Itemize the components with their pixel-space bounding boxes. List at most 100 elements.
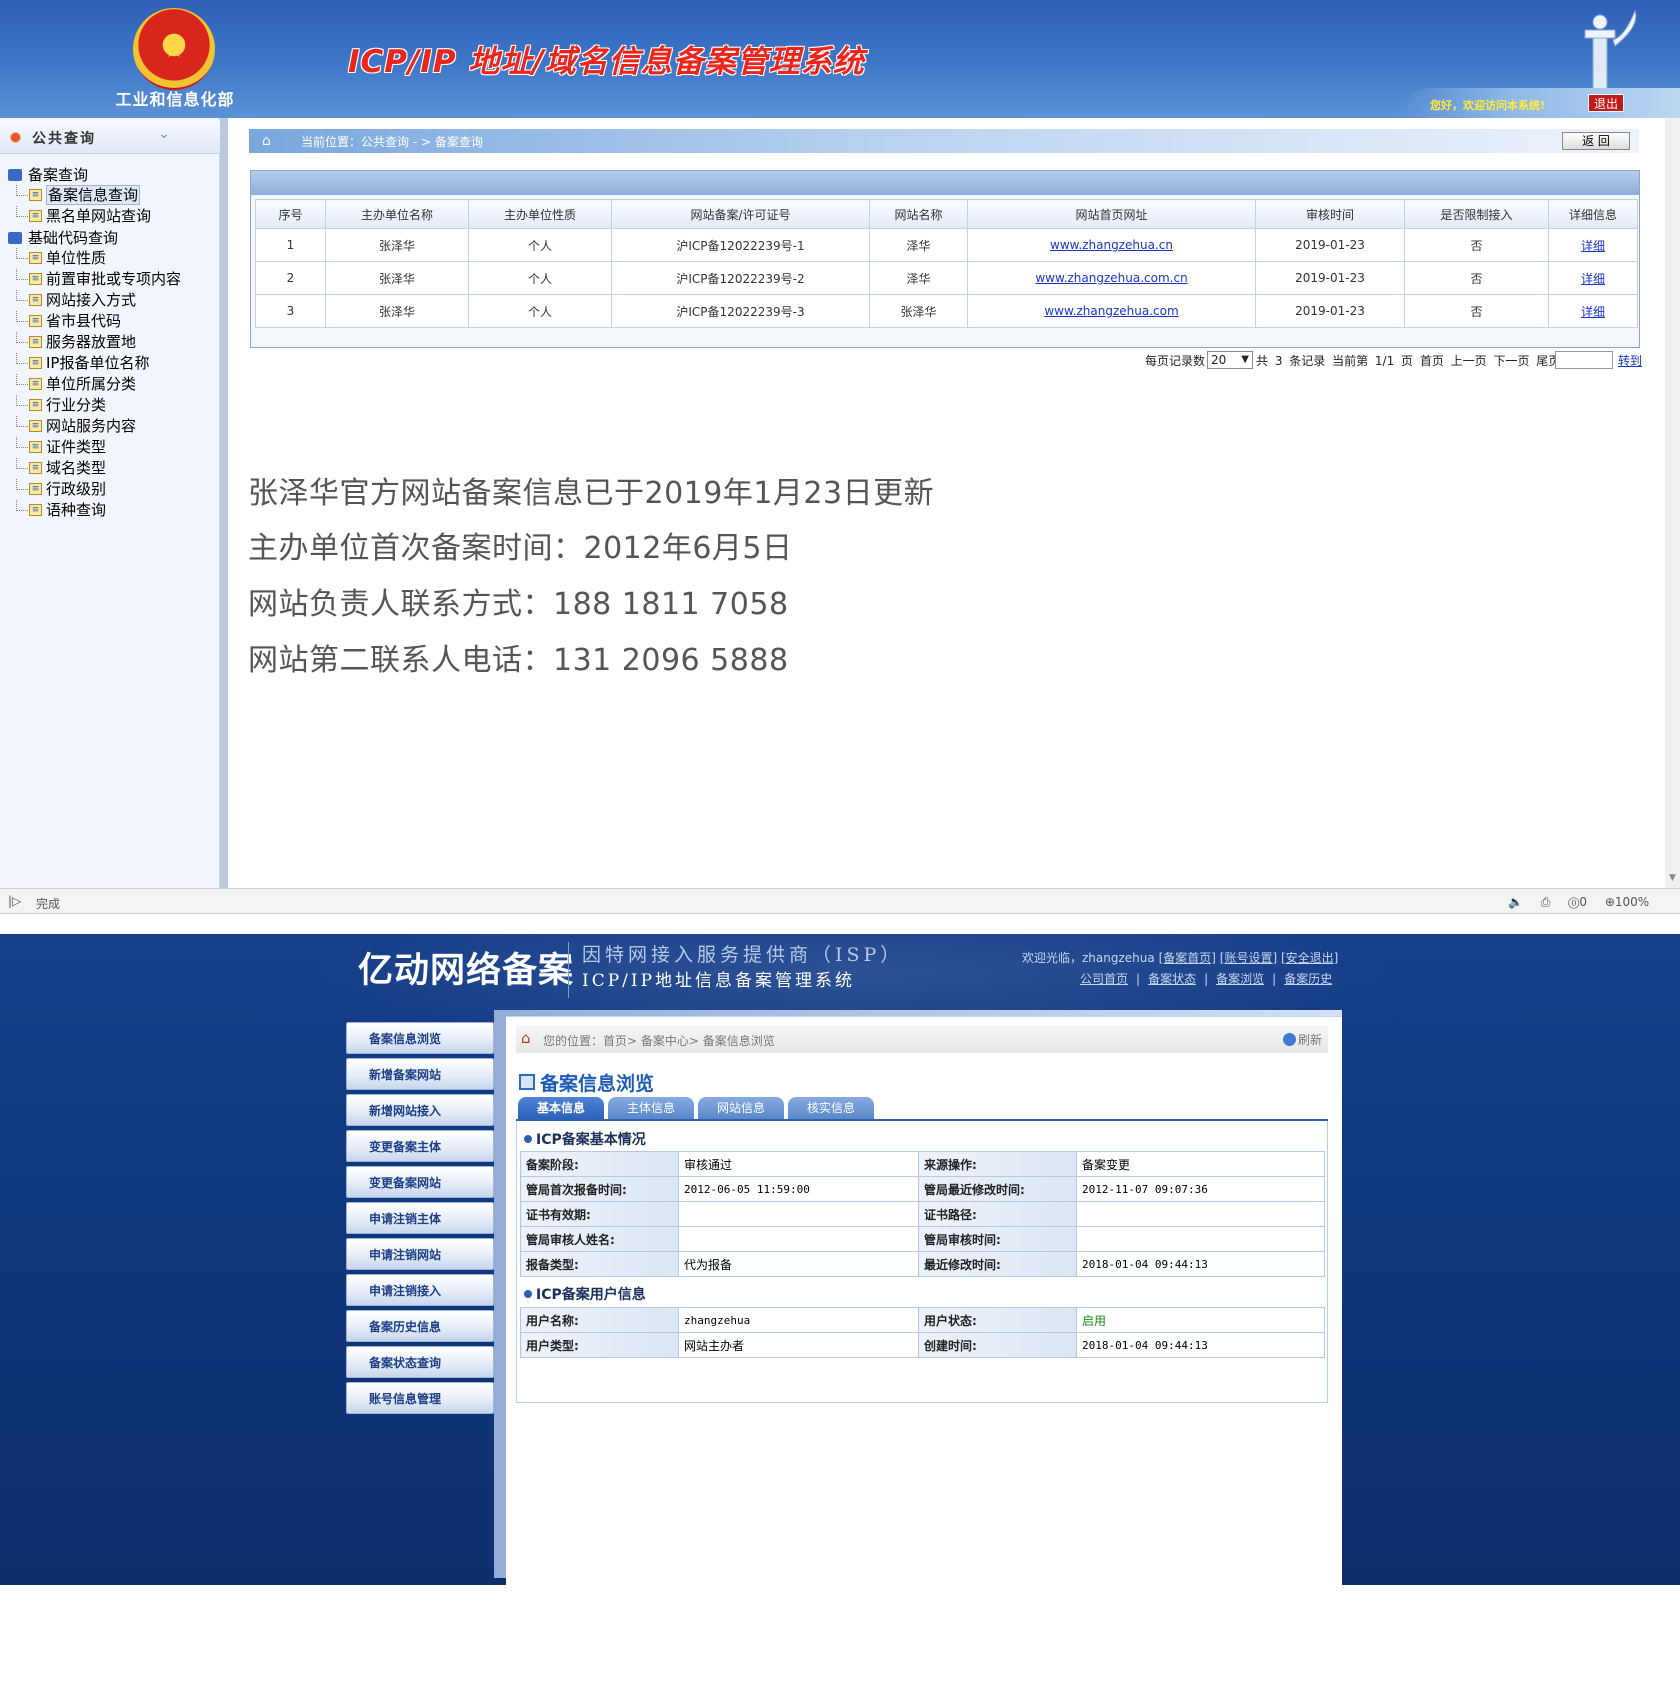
tree-item-filing-info-query[interactable]: ≡ 备案信息查询 <box>16 185 141 206</box>
tree-group-filing-query[interactable]: 备案查询 <box>8 164 88 185</box>
top-screenshot: ★ 工业和信息化部 ICP/IP 地址/域名信息备案管理系统 您好，欢迎访问本系… <box>0 0 1680 914</box>
refresh-label: 刷新 <box>1298 1033 1323 1047</box>
cell: 张泽华 <box>869 294 968 328</box>
tree-item-label: IP报备单位名称 <box>46 354 150 372</box>
filing-status-link[interactable]: 备案状态 <box>1148 972 1196 986</box>
vertical-scrollbar[interactable] <box>1665 118 1680 888</box>
tree-item-blacklist-query[interactable]: ≡ 黑名单网站查询 <box>16 206 151 227</box>
cell: 沪ICP备12022239号-2 <box>611 261 870 295</box>
tree-item-language[interactable]: ≡ 语种查询 <box>16 500 106 521</box>
home-icon[interactable]: ⌂ <box>262 133 280 149</box>
page-jump-button[interactable]: 转到 <box>1618 352 1642 369</box>
sidebar-item-history[interactable]: 备案历史信息 <box>346 1310 494 1342</box>
cell-url: www.zhangzehua.com.cn <box>967 261 1256 295</box>
account-settings-link[interactable]: [账号设置] <box>1220 951 1277 965</box>
col-header[interactable]: 主办单位名称 <box>325 199 469 229</box>
refresh-icon <box>1283 1033 1296 1046</box>
sidebar-item-browse[interactable]: 备案信息浏览 <box>346 1022 494 1054</box>
chevron-down-icon[interactable]: ⌄ <box>158 126 170 142</box>
field-label: 报备类型: <box>520 1251 679 1277</box>
tree-item-domain-type[interactable]: ≡ 域名类型 <box>16 458 106 479</box>
status-text: 完成 <box>36 897 61 911</box>
cell-detail: 详细 <box>1548 228 1638 262</box>
sidebar-item-change-site[interactable]: 变更备案网站 <box>346 1166 494 1198</box>
field-label: 管局首次报备时间: <box>520 1176 679 1202</box>
tree-group-basic-code[interactable]: 基础代码查询 <box>8 227 118 248</box>
site-url-link[interactable]: www.zhangzehua.com.cn <box>1035 271 1187 285</box>
tree-item-unit-category[interactable]: ≡ 单位所属分类 <box>16 374 136 395</box>
status-tray[interactable]: 🔈 ⎙ ⓪0 ⊕100% <box>1508 895 1649 910</box>
refresh-button[interactable]: 刷新 <box>1283 1031 1322 1048</box>
caption-first-filing: 主办单位首次备案时间：2012年6月5日 <box>248 531 793 566</box>
back-button[interactable]: 返 回 <box>1562 132 1630 150</box>
tree-item-server-location[interactable]: ≡ 服务器放置地 <box>16 332 136 353</box>
section-title-text: ICP备案用户信息 <box>536 1287 646 1303</box>
detail-link[interactable]: 详细 <box>1581 305 1605 319</box>
tree-item-ip-unit-name[interactable]: ≡ IP报备单位名称 <box>16 353 149 374</box>
col-header[interactable]: 网站名称 <box>869 199 968 229</box>
brand-subtitle: 因特网接入服务提供商（ISP） <box>582 944 904 966</box>
logout-button[interactable]: 退出 <box>1588 94 1624 112</box>
scroll-down-icon[interactable]: ▼ <box>1665 873 1680 888</box>
nav-splitter[interactable] <box>220 118 228 888</box>
tree-item-access-method[interactable]: ≡ 网站接入方式 <box>16 290 136 311</box>
sidebar-item-cancel-access[interactable]: 申请注销接入 <box>346 1274 494 1306</box>
tab-entity-info[interactable]: 主体信息 <box>608 1097 694 1119</box>
col-header[interactable]: 序号 <box>255 199 326 229</box>
tab-site-info[interactable]: 网站信息 <box>698 1097 784 1119</box>
site-url-link[interactable]: www.zhangzehua.com <box>1044 304 1178 318</box>
col-header[interactable]: 主办单位性质 <box>468 199 612 229</box>
sidebar-item-cancel-entity[interactable]: 申请注销主体 <box>346 1202 494 1234</box>
tree-item-admin-level[interactable]: ≡ 行政级别 <box>16 479 106 500</box>
cell: 2019-01-23 <box>1255 261 1405 295</box>
tree-item-label: 网站接入方式 <box>46 291 137 309</box>
sidebar-item-change-entity[interactable]: 变更备案主体 <box>346 1130 494 1162</box>
field-value: 代为报备 <box>678 1251 919 1277</box>
nav-header[interactable]: 公共查询 ⌄ <box>0 120 220 154</box>
tab-basic-info[interactable]: 基本信息 <box>518 1097 604 1119</box>
field-label: 管局审核人姓名: <box>520 1226 679 1252</box>
page-jump-input[interactable] <box>1555 351 1613 369</box>
tree-item-region-code[interactable]: ≡ 省市县代码 <box>16 311 121 332</box>
col-header[interactable]: 是否限制接入 <box>1404 199 1549 229</box>
sidebar-item-cancel-site[interactable]: 申请注销网站 <box>346 1238 494 1270</box>
col-header[interactable]: 网站首页网址 <box>967 199 1256 229</box>
per-page-select[interactable]: 20 ▼ <box>1207 351 1253 369</box>
page-title: 备案信息浏览 <box>540 1073 655 1095</box>
tree-item-unit-nature[interactable]: ≡ 单位性质 <box>16 248 106 269</box>
filing-home-link[interactable]: [备案首页] <box>1159 951 1216 965</box>
brand-divider <box>568 942 569 998</box>
field-label: 备案阶段: <box>520 1151 679 1177</box>
tree-item-certificate-type[interactable]: ≡ 证件类型 <box>16 437 106 458</box>
sidebar-item-status[interactable]: 备案状态查询 <box>346 1346 494 1378</box>
play-icon[interactable]: |▷ <box>8 894 21 908</box>
sidebar-item-new-site[interactable]: 新增备案网站 <box>346 1058 494 1090</box>
cell: 2019-01-23 <box>1255 228 1405 262</box>
sidebar-item-account[interactable]: 账号信息管理 <box>346 1382 494 1414</box>
table-row: 用户名称: zhangzehua 用户状态: 启用 <box>520 1307 1325 1333</box>
results-table: 序号 主办单位名称 主办单位性质 网站备案/许可证号 网站名称 网站首页网址 审… <box>255 199 1638 328</box>
company-home-link[interactable]: 公司首页 <box>1080 972 1128 986</box>
detail-link[interactable]: 详细 <box>1581 272 1605 286</box>
cell: 否 <box>1404 261 1549 295</box>
tree-item-industry[interactable]: ≡ 行业分类 <box>16 395 106 416</box>
filing-history-link[interactable]: 备案历史 <box>1284 972 1332 986</box>
header-banner: ★ 工业和信息化部 ICP/IP 地址/域名信息备案管理系统 您好，欢迎访问本系… <box>0 0 1680 118</box>
tab-verify-info[interactable]: 核实信息 <box>788 1097 874 1119</box>
detail-link[interactable]: 详细 <box>1581 239 1605 253</box>
col-header[interactable]: 网站备案/许可证号 <box>611 199 870 229</box>
col-header[interactable]: 详细信息 <box>1548 199 1638 229</box>
welcome-text: 欢迎光临，zhangzehua <box>1022 951 1155 965</box>
section-title-basic: ICP备案基本情况 <box>524 1129 646 1149</box>
tree-item-service-content[interactable]: ≡ 网站服务内容 <box>16 416 136 437</box>
filing-browse-link[interactable]: 备案浏览 <box>1216 972 1264 986</box>
tree-item-pre-approval[interactable]: ≡ 前置审批或专项内容 <box>16 269 181 290</box>
sidebar-item-new-access[interactable]: 新增网站接入 <box>346 1094 494 1126</box>
table-row: 3 张泽华 个人 沪ICP备12022239号-3 张泽华 www.zhangz… <box>255 294 1638 328</box>
home-icon[interactable]: ⌂ <box>521 1030 537 1046</box>
col-header[interactable]: 审核时间 <box>1255 199 1405 229</box>
bottom-screenshot: 亿动网络备案 因特网接入服务提供商（ISP） ICP/IP地址信息备案管理系统 … <box>0 934 1680 1701</box>
site-url-link[interactable]: www.zhangzehua.cn <box>1050 238 1173 252</box>
safe-logout-link[interactable]: [安全退出] <box>1281 951 1338 965</box>
cell: 否 <box>1404 294 1549 328</box>
